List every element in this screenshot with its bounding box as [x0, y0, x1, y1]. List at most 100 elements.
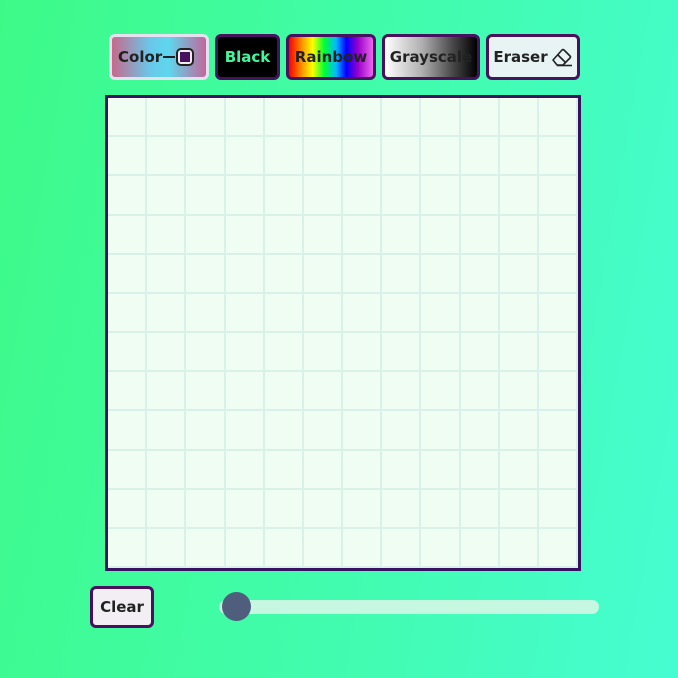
- grid-cell[interactable]: [421, 176, 461, 216]
- grid-cell[interactable]: [108, 215, 148, 255]
- grid-cell[interactable]: [108, 528, 148, 568]
- grid-cell[interactable]: [538, 450, 578, 490]
- grid-cell[interactable]: [264, 372, 304, 412]
- grid-cell[interactable]: [264, 450, 304, 490]
- grid-cell[interactable]: [460, 137, 500, 177]
- grid-cell[interactable]: [343, 98, 383, 138]
- grid-cell[interactable]: [303, 450, 343, 490]
- grid-cell[interactable]: [343, 372, 383, 412]
- grid-cell[interactable]: [538, 333, 578, 373]
- grid-cell[interactable]: [460, 293, 500, 333]
- grid-cell[interactable]: [147, 137, 187, 177]
- grid-cell[interactable]: [108, 450, 148, 490]
- rainbow-mode-button[interactable]: Rainbow: [286, 34, 376, 80]
- grid-cell[interactable]: [460, 528, 500, 568]
- grid-cell[interactable]: [421, 372, 461, 412]
- grid-cell[interactable]: [225, 176, 265, 216]
- grayscale-mode-button[interactable]: Grayscale: [382, 34, 480, 80]
- grid-cell[interactable]: [147, 176, 187, 216]
- grid-cell[interactable]: [343, 254, 383, 294]
- grid-cell[interactable]: [460, 254, 500, 294]
- grid-cell[interactable]: [303, 489, 343, 529]
- grid-cell[interactable]: [303, 98, 343, 138]
- grid-cell[interactable]: [108, 137, 148, 177]
- grid-cell[interactable]: [499, 411, 539, 451]
- grid-cell[interactable]: [264, 176, 304, 216]
- eraser-mode-button[interactable]: Eraser: [486, 34, 580, 80]
- grid-cell[interactable]: [264, 254, 304, 294]
- grid-cell[interactable]: [225, 215, 265, 255]
- grid-cell[interactable]: [421, 98, 461, 138]
- grid-cell[interactable]: [225, 411, 265, 451]
- grid-cell[interactable]: [538, 293, 578, 333]
- grid-cell[interactable]: [538, 176, 578, 216]
- grid-cell[interactable]: [421, 489, 461, 529]
- grid-cell[interactable]: [225, 254, 265, 294]
- grid-cell[interactable]: [499, 528, 539, 568]
- grid-cell[interactable]: [382, 293, 422, 333]
- grid-cell[interactable]: [421, 450, 461, 490]
- grid-cell[interactable]: [382, 215, 422, 255]
- grid-cell[interactable]: [460, 333, 500, 373]
- grid-cell[interactable]: [421, 293, 461, 333]
- grid-cell[interactable]: [186, 293, 226, 333]
- grid-cell[interactable]: [382, 98, 422, 138]
- grid-cell[interactable]: [538, 372, 578, 412]
- grid-cell[interactable]: [225, 293, 265, 333]
- grid-cell[interactable]: [147, 98, 187, 138]
- grid-cell[interactable]: [225, 98, 265, 138]
- grid-size-slider-track[interactable]: [219, 600, 599, 614]
- grid-cell[interactable]: [421, 254, 461, 294]
- grid-cell[interactable]: [186, 333, 226, 373]
- clear-button[interactable]: Clear: [90, 586, 154, 628]
- grid-cell[interactable]: [147, 293, 187, 333]
- grid-cell[interactable]: [108, 176, 148, 216]
- grid-cell[interactable]: [186, 137, 226, 177]
- grid-cell[interactable]: [382, 450, 422, 490]
- grid-cell[interactable]: [147, 254, 187, 294]
- grid-cell[interactable]: [538, 98, 578, 138]
- grid-cell[interactable]: [499, 98, 539, 138]
- grid-cell[interactable]: [499, 333, 539, 373]
- grid-cell[interactable]: [303, 528, 343, 568]
- grid-cell[interactable]: [382, 254, 422, 294]
- color-picker-swatch[interactable]: [176, 48, 195, 66]
- grid-cell[interactable]: [303, 293, 343, 333]
- grid-cell[interactable]: [186, 528, 226, 568]
- grid-cell[interactable]: [303, 333, 343, 373]
- grid-cell[interactable]: [147, 528, 187, 568]
- grid-cell[interactable]: [343, 450, 383, 490]
- grid-cell[interactable]: [382, 489, 422, 529]
- grid-cell[interactable]: [108, 293, 148, 333]
- grid-cell[interactable]: [108, 372, 148, 412]
- grid-cell[interactable]: [421, 528, 461, 568]
- grid-cell[interactable]: [460, 411, 500, 451]
- grid-cell[interactable]: [460, 489, 500, 529]
- grid-cell[interactable]: [382, 176, 422, 216]
- grid-cell[interactable]: [382, 372, 422, 412]
- grid-cell[interactable]: [499, 372, 539, 412]
- grid-cell[interactable]: [264, 333, 304, 373]
- grid-cell[interactable]: [303, 215, 343, 255]
- grid-cell[interactable]: [343, 528, 383, 568]
- grid-cell[interactable]: [186, 215, 226, 255]
- grid-cell[interactable]: [343, 215, 383, 255]
- grid-cell[interactable]: [343, 333, 383, 373]
- grid-cell[interactable]: [264, 137, 304, 177]
- grid-cell[interactable]: [538, 489, 578, 529]
- grid-cell[interactable]: [225, 333, 265, 373]
- grid-cell[interactable]: [264, 411, 304, 451]
- grid-cell[interactable]: [108, 333, 148, 373]
- grid-cell[interactable]: [460, 98, 500, 138]
- grid-cell[interactable]: [460, 372, 500, 412]
- grid-cell[interactable]: [382, 333, 422, 373]
- grid-cell[interactable]: [499, 450, 539, 490]
- grid-cell[interactable]: [264, 528, 304, 568]
- grid-cell[interactable]: [303, 372, 343, 412]
- grid-cell[interactable]: [343, 176, 383, 216]
- grid-cell[interactable]: [147, 372, 187, 412]
- grid-cell[interactable]: [499, 137, 539, 177]
- grid-cell[interactable]: [421, 137, 461, 177]
- grid-cell[interactable]: [225, 137, 265, 177]
- black-mode-button[interactable]: Black: [215, 34, 280, 80]
